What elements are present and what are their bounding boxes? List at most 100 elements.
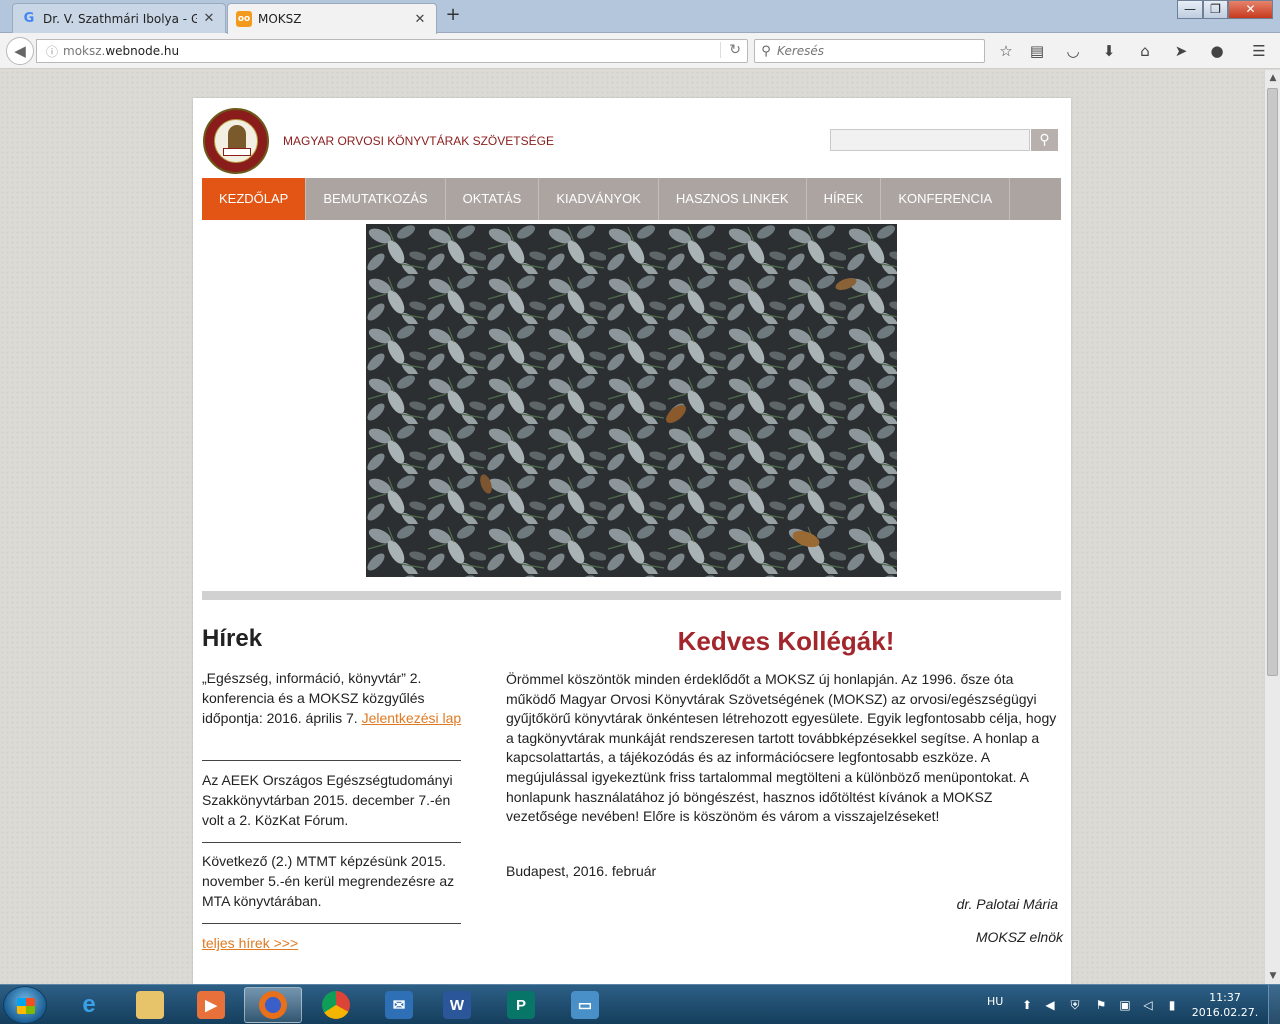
news-divider [202,923,461,924]
word-icon: W [443,991,471,1019]
internet-explorer-icon: e [82,991,96,1018]
back-arrow-icon: ◀ [14,42,26,60]
tray-alert-icon[interactable]: ◀ [1042,997,1058,1013]
tray-volume-icon[interactable]: ◁ [1140,997,1156,1013]
logo-inner [214,119,258,163]
registration-link[interactable]: Jelentkezési lap [362,710,462,726]
news-item-2: Az AEEK Országos Egészségtudományi Szakk… [202,772,453,828]
start-button[interactable] [3,986,47,1024]
page-viewport: MAGYAR ORVOSI KÖNYVTÁRAK SZÖVETSÉGE ⚲ KE… [0,70,1264,984]
all-news-link[interactable]: teljes hírek >>> [202,933,298,953]
webnode-favicon-icon: oo [236,11,252,27]
browser-tab-bar: G Dr. V. Szathmári Ibolya - G... ✕ oo MO… [0,0,1280,34]
reading-list-icon[interactable]: ▤ [1027,41,1047,61]
pocket-icon[interactable]: ◡ [1063,41,1083,61]
site-search-input[interactable] [830,129,1030,151]
page-container: MAGYAR ORVOSI KÖNYVTÁRAK SZÖVETSÉGE ⚲ KE… [193,98,1071,984]
taskbar-word[interactable]: W [428,987,486,1023]
chat-icon[interactable]: ● [1207,41,1227,61]
show-desktop-button[interactable] [1268,985,1280,1024]
firefox-icon [259,991,287,1019]
site-info-icon[interactable]: ⓘ [41,43,63,60]
menu-item-bemutatkozas[interactable]: BEMUTATKOZÁS [306,178,446,220]
taskbar-media-player[interactable]: ▶ [182,987,240,1023]
news-heading: Hírek [202,625,263,652]
tray-flag-icon[interactable]: ⚑ [1093,997,1109,1013]
taskbar-internet-explorer[interactable]: e [60,987,118,1023]
site-search-button[interactable]: ⚲ [1031,129,1058,151]
scroll-down-arrow-icon[interactable]: ▼ [1265,968,1280,984]
taskbar-file-explorer[interactable] [121,987,179,1023]
tray-antivirus-icon[interactable]: ⛨ [1067,997,1083,1013]
browser-search-input[interactable] [777,44,967,58]
frosted-leaves-image [366,224,897,577]
send-icon[interactable]: ➤ [1171,41,1191,61]
signature-role: MOKSZ elnök [975,929,1063,945]
scroll-up-arrow-icon[interactable]: ▲ [1265,70,1280,86]
reload-icon[interactable]: ↻ [720,42,741,58]
site-title[interactable]: MAGYAR ORVOSI KÖNYVTÁRAK SZÖVETSÉGE [283,134,554,148]
menu-item-hasznos-linkek[interactable]: HASZNOS LINKEK [659,178,807,220]
news-item-3: Következő (2.) MTMT képzésünk 2015. nove… [202,853,455,909]
windows-taskbar: e ▶ ✉ W P ▭ HU ⬆ ◀ ⛨ ⚑ ▣ ◁ ▮ 11:37 2016.… [0,984,1280,1024]
section-divider [202,591,1061,600]
minimize-button[interactable]: — [1177,0,1203,19]
taskbar-photo-viewer[interactable]: ▭ [556,987,614,1023]
url-host: webnode.hu [105,44,180,58]
tab-google[interactable]: G Dr. V. Szathmári Ibolya - G... ✕ [12,3,226,33]
clock-time: 11:37 [1209,991,1241,1004]
close-tab-icon[interactable]: ✕ [412,12,428,27]
google-favicon-icon: G [23,11,35,26]
url-prefix: moksz. [63,44,106,58]
menu-item-konferencia[interactable]: KONFERENCIA [881,178,1011,220]
back-button[interactable]: ◀ [6,37,34,65]
download-icon[interactable]: ⬇ [1099,41,1119,61]
welcome-date: Budapest, 2016. február [506,863,657,879]
search-icon: ⚲ [1039,132,1050,148]
outlook-icon: ✉ [385,991,413,1019]
main-menu: KEZDŐLAP BEMUTATKOZÁS OKTATÁS KIADVÁNYOK… [202,178,1061,220]
news-divider [202,842,461,843]
clock-date: 2016.02.27. [1191,1006,1259,1019]
maximize-button[interactable]: ❐ [1203,0,1228,19]
chrome-icon [322,991,350,1019]
menu-item-oktatas[interactable]: OKTATÁS [446,178,540,220]
tray-network-icon[interactable]: ⬆ [1019,997,1035,1013]
taskbar-publisher[interactable]: P [492,987,550,1023]
language-indicator[interactable]: HU [987,995,1003,1008]
url-bar[interactable]: ⓘ moksz. webnode.hu ↻ [36,39,748,63]
tab-title: Dr. V. Szathmári Ibolya - G... [43,11,197,26]
home-icon[interactable]: ⌂ [1135,41,1155,61]
book-icon [223,148,251,156]
system-clock[interactable]: 11:37 2016.02.27. [1188,990,1262,1020]
taskbar-firefox[interactable] [244,987,302,1023]
tray-monitor-icon[interactable]: ▣ [1117,997,1133,1013]
browser-search-bar[interactable]: ⚲ [754,39,985,63]
tray-wifi-icon[interactable]: ▮ [1164,997,1180,1013]
menu-icon[interactable]: ☰ [1249,41,1269,61]
menu-item-hirek[interactable]: HÍREK [807,178,882,220]
menu-item-kiadvanyok[interactable]: KIADVÁNYOK [539,178,659,220]
new-tab-button[interactable]: + [443,5,463,25]
publisher-icon: P [507,991,535,1019]
close-window-button[interactable]: ✕ [1228,0,1273,19]
photo-viewer-icon: ▭ [571,991,599,1019]
menu-item-kezdolap[interactable]: KEZDŐLAP [202,178,307,220]
welcome-text: Örömmel köszöntök minden érdeklődőt a MO… [506,671,1057,825]
signature-name: dr. Palotai Mária [956,896,1058,912]
search-icon: ⚲ [761,43,771,59]
taskbar-outlook[interactable]: ✉ [370,987,428,1023]
vertical-scrollbar[interactable]: ▲ ▼ [1264,70,1280,984]
tab-title: MOKSZ [258,12,302,26]
moksz-logo[interactable] [203,108,269,174]
taskbar-chrome[interactable] [307,987,365,1023]
news-divider [202,760,461,761]
windows-logo-icon [17,998,35,1014]
scrollbar-thumb[interactable] [1267,88,1278,676]
media-player-icon: ▶ [197,991,225,1019]
tab-moksz[interactable]: oo MOKSZ ✕ [227,3,437,34]
file-explorer-icon [136,991,164,1019]
welcome-heading: Kedves Kollégák! [677,626,895,656]
close-tab-icon[interactable]: ✕ [201,11,217,26]
bookmark-star-icon[interactable]: ☆ [996,41,1016,61]
